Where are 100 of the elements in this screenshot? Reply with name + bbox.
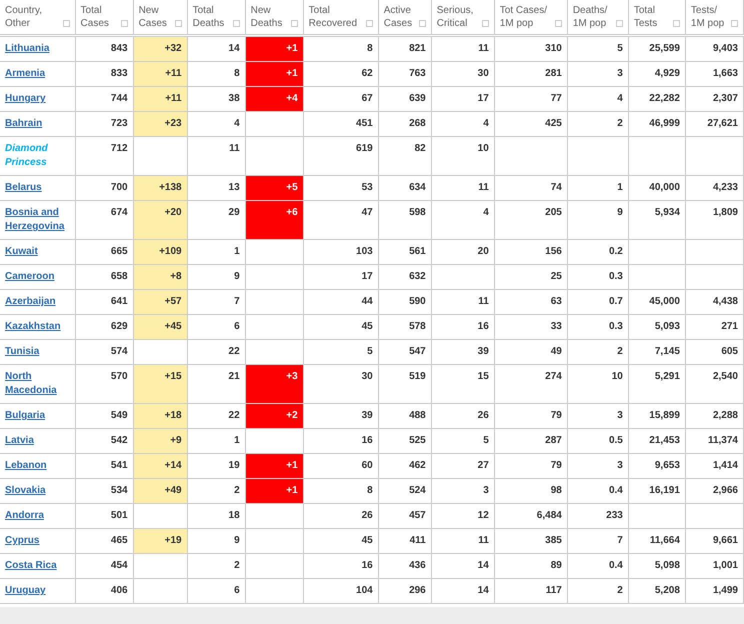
column-header[interactable]: Country, Other <box>5 4 42 30</box>
new-cases-cell: +15 <box>133 364 188 404</box>
table-cell: 465 <box>110 535 128 546</box>
table-cell: 0.3 <box>608 321 623 332</box>
table-cell: 658 <box>110 271 128 282</box>
table-cell: 5 <box>617 43 623 54</box>
table-cell: 53 <box>362 182 373 193</box>
table-cell: 7 <box>617 535 623 546</box>
table-cell: 454 <box>110 560 128 571</box>
sort-icon[interactable] <box>62 20 70 27</box>
table-cell: 20 <box>478 246 489 257</box>
table-cell: 2 <box>617 118 623 129</box>
table-cell: 605 <box>721 346 738 357</box>
new-cases-cell: +32 <box>133 36 188 62</box>
table-cell: 233 <box>606 510 623 521</box>
table-cell: 542 <box>110 435 128 446</box>
sort-icon[interactable] <box>290 20 298 27</box>
table-cell: 11,664 <box>650 535 680 546</box>
table-cell: 619 <box>356 143 373 154</box>
table-cell: 6 <box>234 585 240 596</box>
sort-icon[interactable] <box>120 20 128 27</box>
table-cell: 700 <box>110 182 128 193</box>
table-cell: 8 <box>234 68 240 79</box>
new-cases-cell: +109 <box>133 240 188 264</box>
table-cell: 578 <box>409 321 426 332</box>
table-cell: 14 <box>228 43 240 54</box>
table-cell: 22 <box>228 410 240 421</box>
table-cell: 16,191 <box>649 485 680 496</box>
table-cell: 2 <box>617 585 623 596</box>
table-cell: 79 <box>550 410 562 421</box>
table-cell: 5,208 <box>654 585 680 596</box>
table-cell: 1,809 <box>712 207 738 218</box>
table-cell: 639 <box>409 93 426 104</box>
new-cases-cell: +57 <box>133 290 188 314</box>
table-cell: 27,621 <box>707 118 738 129</box>
table-cell: 712 <box>110 143 128 154</box>
new-deaths-cell: +1 <box>245 62 304 86</box>
table-cell: 6 <box>234 321 240 332</box>
table-cell: 8 <box>367 485 373 496</box>
new-deaths-cell: +1 <box>245 454 304 478</box>
table-cell: 2,288 <box>712 410 738 421</box>
table-cell: 45 <box>362 321 373 332</box>
sort-icon[interactable] <box>366 20 373 27</box>
table-cell: 665 <box>110 246 128 257</box>
table-cell: 117 <box>546 585 562 596</box>
table-cell: 3 <box>617 68 623 79</box>
table-cell: 103 <box>356 246 373 257</box>
table-cell: 1,414 <box>712 460 738 471</box>
sort-icon[interactable] <box>174 20 182 27</box>
table-cell: 501 <box>110 510 128 521</box>
table-cell: 9 <box>234 535 240 546</box>
table-cell: 17 <box>478 93 489 104</box>
table-cell: 205 <box>545 207 562 218</box>
sort-icon[interactable] <box>731 20 738 27</box>
table-cell: 45,000 <box>649 296 680 307</box>
sort-icon[interactable] <box>482 20 489 27</box>
table-cell: 7 <box>234 296 240 307</box>
table-cell: 3 <box>617 410 623 421</box>
table-cell: 462 <box>409 460 426 471</box>
table-cell: 590 <box>409 296 426 307</box>
table-cell: 11 <box>478 535 489 546</box>
table-cell: 25,599 <box>649 43 680 54</box>
table-cell: 1 <box>234 435 240 446</box>
table-cell: 44 <box>362 296 373 307</box>
table-cell: 0.7 <box>608 296 623 307</box>
sort-icon[interactable] <box>418 20 426 27</box>
table-cell: 296 <box>409 585 426 596</box>
table-cell: 16 <box>362 435 373 446</box>
sort-icon[interactable] <box>672 20 680 27</box>
table-cell: 15 <box>478 371 489 382</box>
sort-icon[interactable] <box>232 20 240 27</box>
table-cell: 5 <box>483 435 489 446</box>
table-cell: 19 <box>228 460 240 471</box>
table-cell: 457 <box>409 510 426 521</box>
table-cell: 17 <box>362 271 373 282</box>
table-cell: 25 <box>550 271 562 282</box>
table-cell: 561 <box>409 246 426 257</box>
table-cell: 39 <box>478 346 489 357</box>
table-cell: 0.4 <box>608 560 623 571</box>
table-cell: 5 <box>367 346 373 357</box>
table-cell: 4 <box>234 118 240 129</box>
table-cell: 674 <box>110 207 128 218</box>
table-cell: 833 <box>110 68 128 79</box>
table-cell: 29 <box>228 207 240 218</box>
table-cell: 5,098 <box>654 560 680 571</box>
sort-icon[interactable] <box>554 20 562 27</box>
table-cell: 843 <box>110 43 128 54</box>
table-cell: 641 <box>110 296 128 307</box>
table-cell: 156 <box>545 246 562 257</box>
table-cell: 13 <box>228 182 240 193</box>
table-cell: 1 <box>234 246 240 257</box>
table-cell: 310 <box>545 43 562 54</box>
table-cell: 4,438 <box>712 296 738 307</box>
table-cell: 451 <box>356 118 373 129</box>
sort-icon[interactable] <box>616 20 623 27</box>
table-cell: 49 <box>550 346 562 357</box>
table-cell: 0.5 <box>608 435 623 446</box>
table-cell: 12 <box>478 510 489 521</box>
table-cell: 763 <box>409 68 426 79</box>
table-cell: 9,661 <box>712 535 738 546</box>
